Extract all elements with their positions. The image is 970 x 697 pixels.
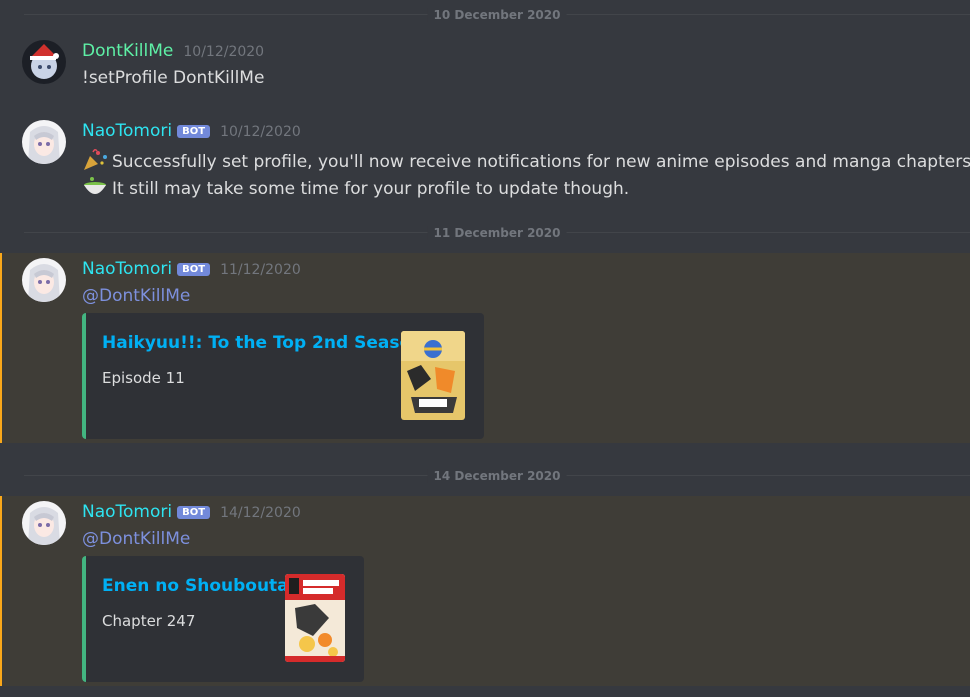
party-popper-icon <box>82 148 112 172</box>
message-line: @DontKillMe <box>82 286 190 306</box>
mention-bar <box>0 496 2 686</box>
mention-bar <box>0 253 2 443</box>
date-divider: 14 December 2020 <box>24 469 970 483</box>
message-line: @DontKillMe <box>82 529 190 549</box>
message-line: Successfully set profile, you'll now rec… <box>82 148 970 172</box>
embed-title-link[interactable]: Enen no Shouboutai <box>102 576 294 596</box>
avatar[interactable] <box>22 120 66 164</box>
tea-bowl-icon <box>82 175 112 199</box>
bot-badge: BOT <box>177 506 211 519</box>
timestamp: 11/12/2020 <box>220 262 301 278</box>
username[interactable]: DontKillMe <box>82 41 173 61</box>
username[interactable]: NaoTomori <box>82 259 172 279</box>
timestamp: 10/12/2020 <box>183 44 265 60</box>
bot-badge: BOT <box>177 263 211 276</box>
avatar[interactable] <box>22 501 66 545</box>
embed-description: Chapter 247 <box>102 612 196 630</box>
embed-description: Episode 11 <box>102 369 185 387</box>
date-divider-label: 14 December 2020 <box>427 469 567 483</box>
message-line: It still may take some time for your pro… <box>82 175 629 199</box>
message-header: DontKillMe 10/12/2020 <box>82 41 264 61</box>
username[interactable]: NaoTomori <box>82 121 172 141</box>
user-mention[interactable]: @DontKillMe <box>82 286 190 306</box>
message-header: NaoTomori BOT 14/12/2020 <box>82 502 301 522</box>
date-divider-label: 11 December 2020 <box>427 226 567 240</box>
avatar[interactable] <box>22 258 66 302</box>
message-header: NaoTomori BOT 11/12/2020 <box>82 259 301 279</box>
date-divider: 11 December 2020 <box>24 226 970 240</box>
bot-badge: BOT <box>177 125 211 138</box>
date-divider: 10 December 2020 <box>24 8 970 22</box>
timestamp: 14/12/2020 <box>220 505 301 521</box>
message-text: It still may take some time for your pro… <box>112 179 630 199</box>
embed: Haikyuu!!: To the Top 2nd Season Episode… <box>82 313 484 439</box>
message-header: NaoTomori BOT 10/12/2020 <box>82 121 301 141</box>
embed-thumbnail[interactable] <box>401 331 465 420</box>
user-mention[interactable]: @DontKillMe <box>82 529 190 549</box>
date-divider-label: 10 December 2020 <box>427 8 567 22</box>
embed-title-link[interactable]: Haikyuu!!: To the Top 2nd Season <box>102 333 423 353</box>
message-text: !setProfile DontKillMe <box>82 68 265 88</box>
timestamp: 10/12/2020 <box>220 124 301 140</box>
avatar[interactable] <box>22 40 66 84</box>
message-text: Successfully set profile, you'll now rec… <box>112 152 970 172</box>
embed: Enen no Shouboutai Chapter 247 <box>82 556 364 682</box>
username[interactable]: NaoTomori <box>82 502 172 522</box>
embed-thumbnail[interactable] <box>285 574 345 662</box>
